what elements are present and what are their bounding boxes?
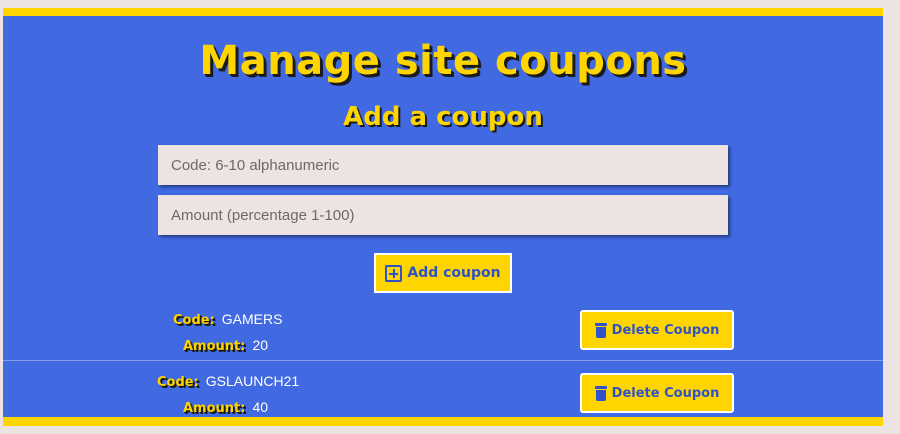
plus-square-icon — [385, 264, 403, 282]
coupon-panel: Manage site coupons Add a coupon Add cou… — [3, 8, 883, 426]
add-coupon-button-label: Add coupon — [407, 265, 501, 281]
coupon-amount-label: Amount: — [183, 401, 246, 416]
delete-coupon-button-label: Delete Coupon — [611, 385, 720, 401]
coupon-row: Code: GSLAUNCH21 Amount: 40 Delete Coupon — [3, 360, 883, 420]
coupon-amount-input[interactable] — [158, 195, 728, 235]
trash-icon — [594, 322, 607, 338]
delete-coupon-button[interactable]: Delete Coupon — [580, 310, 734, 350]
coupon-amount-value: 40 — [252, 399, 269, 415]
page-title: Manage site coupons — [199, 38, 687, 84]
delete-coupon-button-label: Delete Coupon — [611, 322, 720, 338]
coupon-code-line: Code: GAMERS — [173, 309, 282, 328]
add-coupon-heading: Add a coupon — [343, 102, 543, 132]
coupon-amount-line: Amount: 40 — [183, 397, 268, 416]
coupon-amount-label: Amount: — [183, 339, 246, 354]
coupon-code-value: GAMERS — [221, 311, 283, 327]
coupon-code-value: GSLAUNCH21 — [205, 373, 300, 389]
coupon-code-line: Code: GSLAUNCH21 — [157, 371, 299, 390]
coupon-amount-value: 20 — [252, 337, 269, 353]
coupon-code-label: Code: — [173, 313, 215, 328]
add-coupon-button[interactable]: Add coupon — [374, 253, 512, 293]
trash-icon — [594, 385, 607, 401]
coupon-amount-line: Amount: 20 — [183, 335, 268, 354]
coupon-code-input[interactable] — [158, 145, 728, 185]
delete-coupon-button[interactable]: Delete Coupon — [580, 373, 734, 413]
coupon-row: Code: GAMERS Amount: 20 Delete Coupon — [3, 299, 883, 359]
coupon-code-label: Code: — [157, 375, 199, 390]
